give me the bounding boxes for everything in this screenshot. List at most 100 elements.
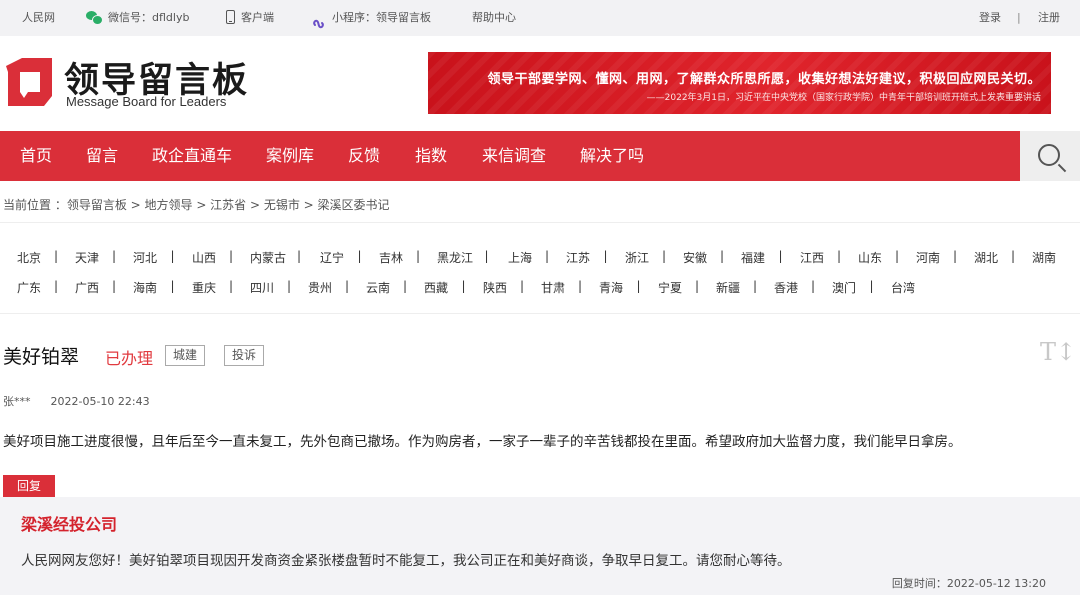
- province-link[interactable]: 山西: [192, 249, 216, 266]
- province-separator: |: [811, 279, 816, 293]
- client-link[interactable]: 客户端: [226, 0, 274, 36]
- province-link[interactable]: 澳门: [832, 279, 856, 296]
- province-separator: |: [112, 279, 117, 293]
- province-link[interactable]: 河南: [916, 249, 940, 266]
- nav-item-cases[interactable]: 案例库: [266, 131, 314, 181]
- province-separator: |: [869, 279, 874, 293]
- province-link[interactable]: 贵州: [308, 279, 332, 296]
- nav-item-enterprise[interactable]: 政企直通车: [152, 131, 232, 181]
- province-separator: |: [603, 249, 608, 263]
- province-link[interactable]: 宁夏: [658, 279, 682, 296]
- tag-type[interactable]: 投诉: [224, 345, 265, 366]
- miniprogram-label: 小程序：领导留言板: [332, 11, 431, 24]
- province-separator: |: [578, 279, 583, 293]
- province-link[interactable]: 辽宁: [320, 249, 344, 266]
- province-link[interactable]: 江苏: [566, 249, 590, 266]
- message-body: 美好项目施工进度很慢，且年后至今一直未复工，先外包商已撤场。作为购房者，一家子一…: [3, 434, 962, 450]
- province-link[interactable]: 北京: [17, 249, 41, 266]
- province-link[interactable]: 浙江: [625, 249, 649, 266]
- breadcrumb[interactable]: 当前位置 ：领导留言板 > 地方领导 > 江苏省 > 无锡市 > 梁溪区委书记: [3, 196, 390, 213]
- nav-item-resolved[interactable]: 解决了吗: [580, 131, 644, 181]
- province-separator: |: [416, 249, 421, 263]
- province-separator: |: [461, 279, 466, 293]
- login-link[interactable]: 登录: [979, 0, 1001, 36]
- banner-attribution: ——2022年3月1日，习近平在中央党校（国家行政学院）中青年干部培训班开班式上…: [646, 93, 1041, 103]
- reply-organization: 梁溪经投公司: [21, 515, 118, 534]
- province-separator: |: [287, 279, 292, 293]
- nav-item-survey[interactable]: 来信调查: [482, 131, 546, 181]
- message-author: 张***: [3, 395, 31, 408]
- nav-item-feedback[interactable]: 反馈: [348, 131, 380, 181]
- status-badge: 已办理: [105, 349, 154, 368]
- province-separator: |: [345, 279, 350, 293]
- province-link[interactable]: 湖南: [1032, 249, 1056, 266]
- province-link[interactable]: 陕西: [483, 279, 507, 296]
- province-separator: |: [753, 279, 758, 293]
- province-link[interactable]: 黑龙江: [437, 249, 473, 266]
- province-separator: |: [484, 249, 489, 263]
- nav-item-messages[interactable]: 留言: [86, 131, 118, 181]
- province-link[interactable]: 海南: [133, 279, 157, 296]
- province-link[interactable]: 青海: [599, 279, 623, 296]
- reply-time: 回复时间：2022-05-12 13:20: [891, 577, 1046, 590]
- province-link[interactable]: 江西: [800, 249, 824, 266]
- search-icon: [1038, 144, 1060, 166]
- tag-category[interactable]: 城建: [165, 345, 206, 366]
- miniprogram-item[interactable]: 小程序：领导留言板: [312, 0, 431, 36]
- divider: [0, 222, 1080, 223]
- province-link[interactable]: 安徽: [683, 249, 707, 266]
- phone-icon: [226, 10, 235, 24]
- nav-item-index[interactable]: 指数: [415, 131, 447, 181]
- province-link[interactable]: 甘肃: [541, 279, 565, 296]
- province-link[interactable]: 台湾: [891, 279, 915, 296]
- province-separator: |: [636, 279, 641, 293]
- search-button[interactable]: [1020, 131, 1080, 181]
- register-link[interactable]: 注册: [1038, 0, 1060, 36]
- province-separator: |: [229, 279, 234, 293]
- wechat-item[interactable]: 微信号：dfldlyb: [86, 0, 189, 36]
- province-separator: |: [520, 279, 525, 293]
- province-link[interactable]: 广西: [75, 279, 99, 296]
- province-link[interactable]: 福建: [741, 249, 765, 266]
- banner-quote: 领导干部要学网、懂网、用网，了解群众所思所愿，收集好想法好建议，积极回应网民关切…: [487, 72, 1041, 87]
- site-subtitle: Message Board for Leaders: [66, 94, 227, 109]
- logo-icon[interactable]: [4, 56, 56, 108]
- province-link[interactable]: 新疆: [716, 279, 740, 296]
- client-label: 客户端: [241, 11, 274, 24]
- province-separator: |: [170, 279, 175, 293]
- province-separator: |: [170, 249, 175, 263]
- province-separator: |: [953, 249, 958, 263]
- province-link[interactable]: 香港: [774, 279, 798, 296]
- province-separator: |: [357, 249, 362, 263]
- province-link[interactable]: 广东: [17, 279, 41, 296]
- province-separator: |: [54, 279, 59, 293]
- wechat-icon: [86, 11, 103, 25]
- province-link[interactable]: 重庆: [192, 279, 216, 296]
- province-row-2: 广东 | 广西 | 海南 | 重庆 | 四川 | 贵州 | 云南 | 西藏 | 陕西 | 甘肃 | 青海 | 宁夏 | 新疆 | 香…: [0, 279, 1080, 299]
- help-center-link[interactable]: 帮助中心: [472, 0, 516, 36]
- province-link[interactable]: 天津: [75, 249, 99, 266]
- message-title: 美好铂翠: [3, 346, 80, 368]
- province-link[interactable]: 山东: [858, 249, 882, 266]
- province-link[interactable]: 湖北: [974, 249, 998, 266]
- nav-item-home[interactable]: 首页: [20, 131, 52, 181]
- province-separator: |: [403, 279, 408, 293]
- province-separator: |: [720, 249, 725, 263]
- province-link[interactable]: 上海: [508, 249, 532, 266]
- province-separator: |: [837, 249, 842, 263]
- province-link[interactable]: 云南: [366, 279, 390, 296]
- peoples-net-link[interactable]: 人民网: [22, 0, 55, 36]
- province-link[interactable]: 西藏: [424, 279, 448, 296]
- quote-banner: 领导干部要学网、懂网、用网，了解群众所思所愿，收集好想法好建议，积极回应网民关切…: [428, 52, 1051, 114]
- font-size-icon[interactable]: T↕: [1040, 338, 1076, 366]
- province-separator: |: [662, 249, 667, 263]
- province-link[interactable]: 内蒙古: [250, 249, 286, 266]
- login-register-separator: |: [1017, 11, 1021, 24]
- province-link[interactable]: 吉林: [379, 249, 403, 266]
- divider: [0, 313, 1080, 314]
- province-link[interactable]: 河北: [133, 249, 157, 266]
- miniprogram-icon: [312, 10, 326, 29]
- reply-badge: 回复: [3, 475, 55, 497]
- province-link[interactable]: 四川: [250, 279, 274, 296]
- reply-body: 人民网网友您好！美好铂翠项目现因开发商资金紧张楼盘暂时不能复工，我公司正在和美好…: [21, 553, 791, 569]
